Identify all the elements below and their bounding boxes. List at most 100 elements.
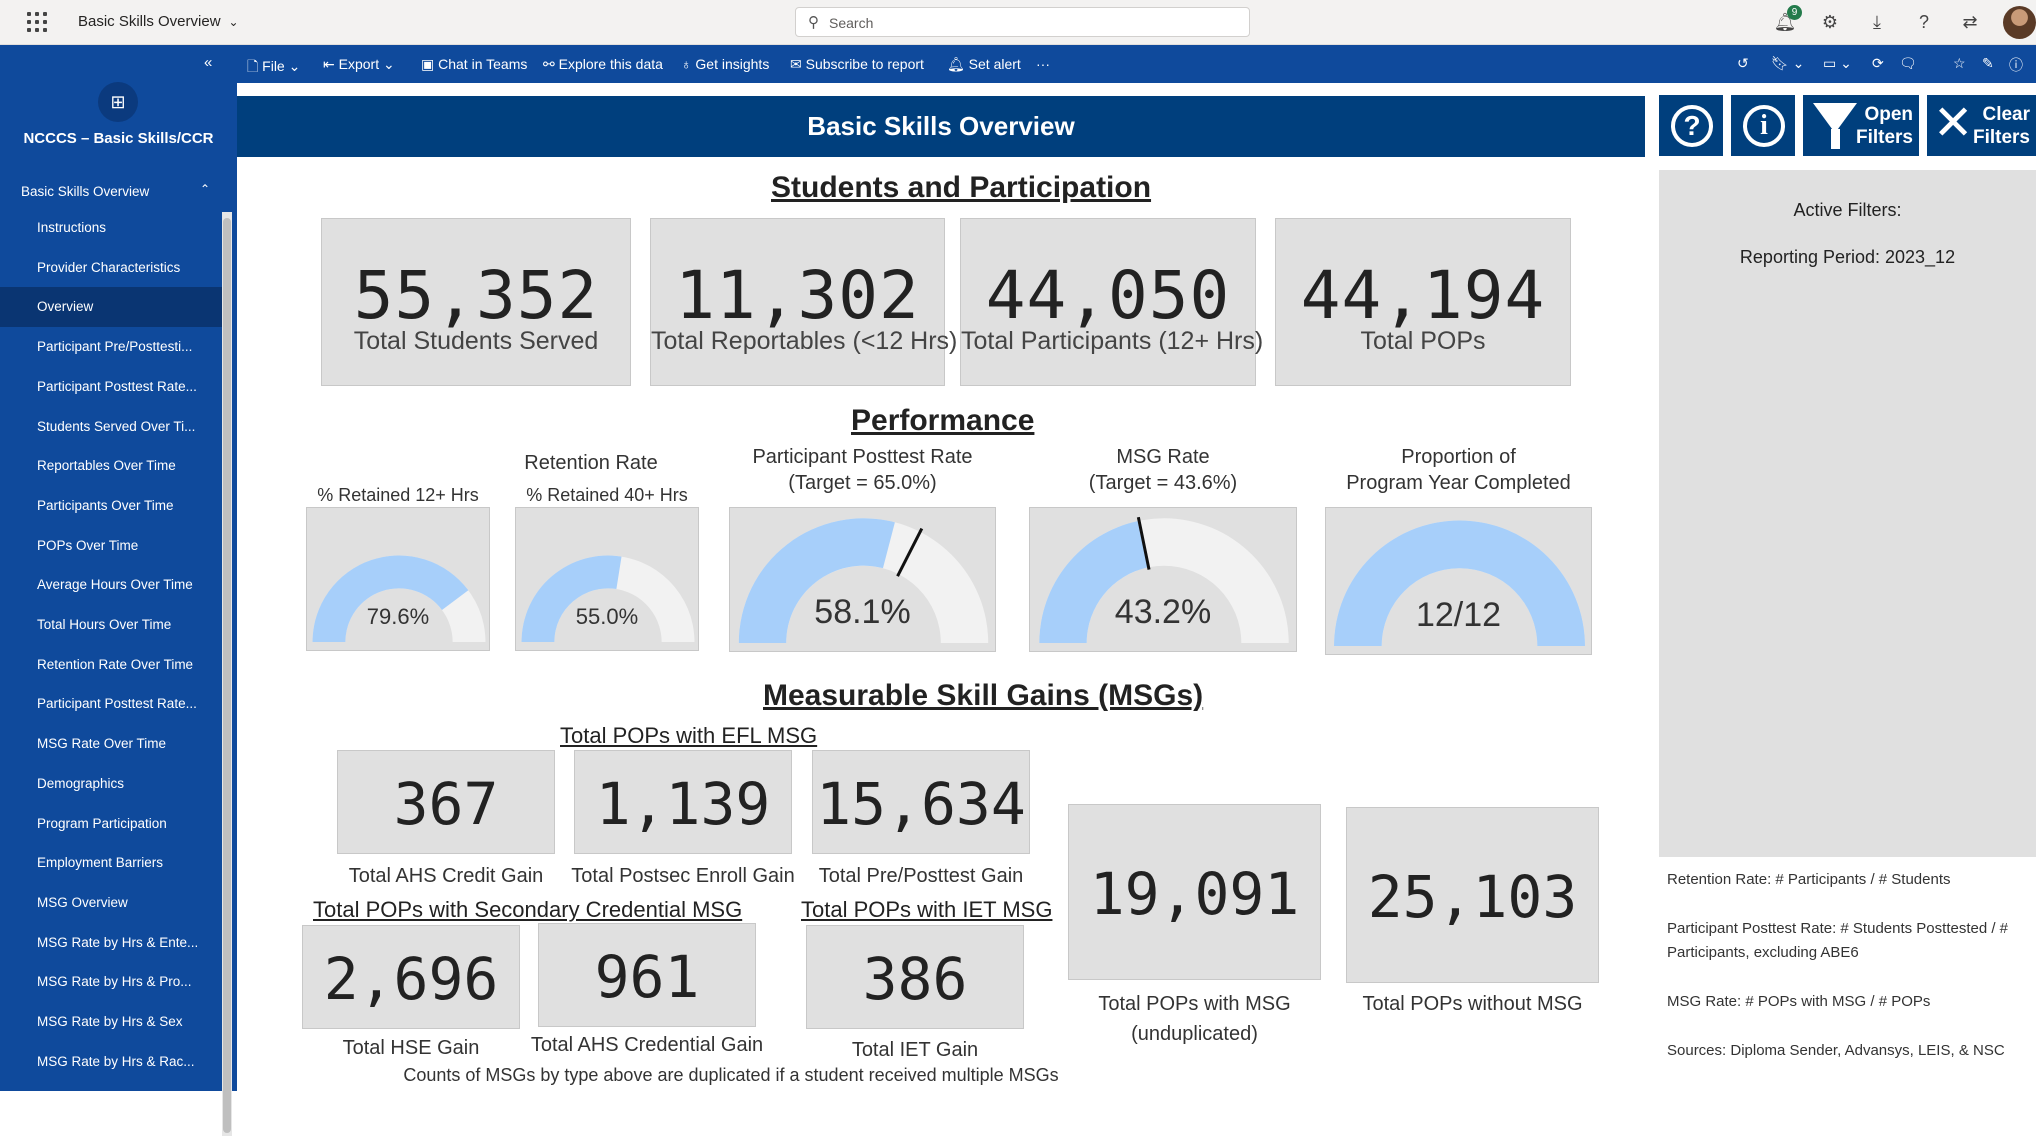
nav-item[interactable]: Employment Barriers xyxy=(0,843,222,883)
clear-filters-button[interactable]: ✕ Clear Filters xyxy=(1927,95,2036,156)
more-options-button[interactable]: ··· xyxy=(1036,56,1050,72)
nav-item[interactable]: Participant Posttest Rate... xyxy=(0,684,222,724)
alert-label: Set alert xyxy=(968,56,1021,72)
students-section-title: Students and Participation xyxy=(771,171,1152,204)
nav-section-header[interactable]: Basic Skills Overview ⌃ xyxy=(0,171,222,211)
nav-item[interactable]: MSG Rate by Hrs & Ente... xyxy=(0,923,222,963)
active-filters-title: Active Filters: xyxy=(1793,200,1902,220)
nav-item[interactable]: Overview xyxy=(0,287,222,328)
nav-item[interactable]: Total Hours Over Time xyxy=(0,605,222,645)
waffle-icon[interactable] xyxy=(27,12,47,32)
help-icon[interactable]: ? xyxy=(1912,10,1936,34)
nav-item[interactable]: Participant Pre/Posttesti... xyxy=(0,327,222,367)
comment-icon[interactable]: 🗨︎ xyxy=(1899,55,1917,72)
msg-kpi-card: 15,634 xyxy=(812,750,1030,854)
nav-item[interactable]: Participant Posttest Rate... xyxy=(0,367,222,407)
gauge-card: 58.1% xyxy=(729,507,996,652)
nav-item[interactable]: Retention Rate Over Time xyxy=(0,645,222,685)
bookmark-icon[interactable]: 🔖︎ ⌄ xyxy=(1771,55,1804,72)
msg-kpi-value: 19,091 xyxy=(1089,859,1300,928)
nav-item[interactable]: Students Served Over Ti... xyxy=(0,407,222,447)
msg-kpi-value: 2,696 xyxy=(323,944,499,1013)
clear-funnel-icon: ✕ xyxy=(1933,97,1974,150)
kpi-label: Total Students Served xyxy=(353,327,599,355)
gauge-title-line: Participant Posttest Rate xyxy=(752,446,973,468)
clear-filters-label-2: Filters xyxy=(1972,127,2030,148)
kpi-card: 44,194 Total POPs xyxy=(1275,218,1571,386)
export-menu[interactable]: ⇤ Export ⌄ xyxy=(323,56,395,73)
gauge-card: 79.6% xyxy=(306,507,490,651)
msg-kpi-label: Total AHS Credential Gain xyxy=(530,1034,764,1056)
nav-item[interactable]: Provider Characteristics xyxy=(0,248,222,288)
download-icon[interactable]: ⤓ xyxy=(1865,10,1889,34)
avatar[interactable] xyxy=(2003,6,2036,39)
share-icon[interactable]: ⇄ xyxy=(1958,10,1982,34)
nav-item[interactable]: Program Participation xyxy=(0,804,222,844)
note-sources: Sources: Diploma Sender, Advansys, LEIS,… xyxy=(1667,1042,2005,1059)
kpi-label: Total Reportables (<12 Hrs) xyxy=(651,327,958,355)
gauge-title-line: (Target = 65.0%) xyxy=(788,472,937,494)
nav-scrollbar[interactable] xyxy=(222,212,232,1136)
edit-icon[interactable]: ✎ xyxy=(1982,55,1994,72)
kpi-label: Total POPs xyxy=(1360,327,1486,355)
nav-item[interactable]: Participants Over Time xyxy=(0,486,222,526)
msg-kpi-card: 367 xyxy=(337,750,555,854)
refresh-icon[interactable]: ↺ xyxy=(1737,55,1749,72)
nav-item[interactable]: POPs Over Time xyxy=(0,526,222,566)
nav-item[interactable]: MSG Rate by Hrs & Pro... xyxy=(0,962,222,1002)
chevron-down-icon: ⌄ xyxy=(228,15,239,29)
kpi-value: 44,050 xyxy=(985,257,1231,334)
kpi-value: 55,352 xyxy=(353,257,599,334)
nav-item[interactable]: Instructions xyxy=(0,208,222,248)
kpi-card: 11,302 Total Reportables (<12 Hrs) xyxy=(650,218,958,386)
info-icon[interactable]: ⓘ xyxy=(2009,55,2023,75)
collapse-icon[interactable]: « xyxy=(204,54,212,71)
search-input[interactable]: ⚲ Search xyxy=(795,7,1250,37)
open-filters-label-2: Filters xyxy=(1855,127,1913,148)
msg-kpi-card: 386 xyxy=(806,925,1024,1029)
clear-filters-label-1: Clear xyxy=(1982,104,2030,125)
msg-kpi-label-line: (unduplicated) xyxy=(1131,1023,1258,1045)
msg-kpi-card: 2,696 xyxy=(302,925,520,1029)
active-filters-panel: Active Filters: Reporting Period: 2023_1… xyxy=(1659,170,2036,857)
reload-icon[interactable]: ⟳ xyxy=(1872,55,1884,72)
nav-item[interactable]: MSG Rate Over Time xyxy=(0,724,222,764)
msg-kpi-value: 1,139 xyxy=(595,769,771,838)
msg-kpi-value: 15,634 xyxy=(816,769,1026,838)
gauge-value: 43.2% xyxy=(1114,593,1212,631)
nav-item[interactable]: MSG Rate by Hrs & Sex xyxy=(0,1002,222,1042)
gauge-title: Participant Posttest Rate (Target = 65.0%… xyxy=(689,444,1036,496)
top-bar: Basic Skills Overview ⌄ ⚲ Search 🔔︎ 9 ⚙ ⤓… xyxy=(0,0,2036,45)
help-button[interactable]: ? xyxy=(1659,95,1723,156)
view-icon[interactable]: ▭ ⌄ xyxy=(1823,55,1852,72)
set-alert-button[interactable]: 🔔︎ Set alert xyxy=(947,56,1021,73)
nav-item[interactable]: MSG Rate by Hrs & Rac... xyxy=(0,1042,222,1082)
msg-kpi-value: 367 xyxy=(393,769,499,838)
gauge-chart xyxy=(521,555,695,642)
favorite-icon[interactable]: ☆ xyxy=(1953,55,1966,72)
explore-data-button[interactable]: ⚯ Explore this data xyxy=(543,56,663,73)
gauge-title-line: Program Year Completed xyxy=(1346,472,1571,494)
nav-section-label: Basic Skills Overview xyxy=(21,184,150,199)
subscribe-button[interactable]: ✉ Subscribe to report xyxy=(790,56,924,73)
file-menu[interactable]: 🗋︎ File ⌄ xyxy=(247,56,300,80)
info-button[interactable]: i xyxy=(1731,95,1795,156)
nav-item[interactable]: Demographics xyxy=(0,764,222,804)
chat-in-teams-button[interactable]: ▣ Chat in Teams xyxy=(421,56,527,73)
open-filters-label-1: Open xyxy=(1864,104,1913,125)
msg-kpi-label: Total POPs without MSG xyxy=(1362,993,1583,1015)
get-insights-button[interactable]: ♁ Get insights xyxy=(681,56,769,72)
app-title-menu[interactable]: Basic Skills Overview ⌄ xyxy=(78,13,239,30)
gauge-title: Proportion of Program Year Completed xyxy=(1285,444,1632,496)
settings-icon[interactable]: ⚙ xyxy=(1818,10,1842,34)
nav-item[interactable]: Average Hours Over Time xyxy=(0,565,222,605)
nav-item[interactable]: Reportables Over Time xyxy=(0,446,222,486)
msg-kpi-card: 961 xyxy=(538,923,756,1027)
msg-kpi-label: Total Pre/Posttest Gain xyxy=(818,865,1024,887)
msg-kpi-card: 1,139 xyxy=(574,750,792,854)
open-filters-button[interactable]: Open Filters xyxy=(1803,95,1919,156)
note-posttest: Participant Posttest Rate: # Students Po… xyxy=(1667,920,2009,961)
msg-kpi-label: Total IET Gain xyxy=(851,1039,979,1061)
msg-kpi-value: 961 xyxy=(594,942,700,1011)
nav-item[interactable]: MSG Overview xyxy=(0,883,222,923)
